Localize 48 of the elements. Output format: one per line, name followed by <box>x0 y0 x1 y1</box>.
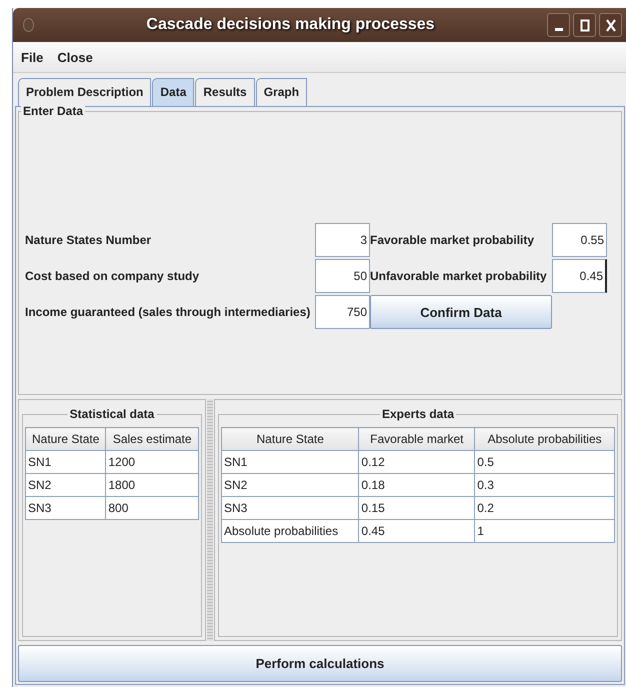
table-cell: SN3 <box>222 496 359 520</box>
input-field[interactable]: 0.45 <box>552 259 607 293</box>
table-cell: SN2 <box>222 474 359 496</box>
field-label: Cost based on company study <box>25 269 200 283</box>
close-icon[interactable] <box>599 13 622 37</box>
table-cell: 800 <box>106 496 198 520</box>
tab[interactable]: Graph <box>256 78 308 106</box>
field-label: Unfavorable market probability <box>370 269 548 283</box>
input-field[interactable]: 750 <box>315 295 370 329</box>
column-header[interactable]: Nature State <box>26 428 106 450</box>
table-cell: SN1 <box>222 450 359 474</box>
table-cell: 0.18 <box>358 474 475 496</box>
menu-item[interactable]: Close <box>57 50 93 64</box>
maximize-icon[interactable] <box>573 13 596 37</box>
input-field[interactable]: 50 <box>315 259 370 293</box>
field-label: Nature States Number <box>25 233 152 247</box>
input-field[interactable]: 0.55 <box>552 223 607 257</box>
group-title: Enter Data <box>21 104 86 118</box>
table-cell: SN2 <box>26 474 106 496</box>
field-label: Favorable market probability <box>370 233 536 247</box>
table-cell: 0.2 <box>474 496 614 520</box>
group-title: Experts data <box>380 407 456 421</box>
table-cell: 0.12 <box>358 450 475 474</box>
tab[interactable]: Problem Description <box>18 78 152 106</box>
menu-item[interactable]: File <box>21 50 44 64</box>
column-header[interactable]: Favorable market <box>358 428 475 450</box>
table-cell: Absolute probabilities <box>222 520 359 542</box>
column-header[interactable]: Nature State <box>222 428 359 450</box>
input-field[interactable]: 3 <box>315 223 370 257</box>
table-cell: 0.45 <box>358 520 475 542</box>
table-cell: SN1 <box>26 450 106 474</box>
column-header[interactable]: Sales estimate <box>106 428 198 450</box>
field-label: Income guaranteed (sales through intermediaries) <box>25 305 312 319</box>
table-cell: 0.5 <box>474 450 614 474</box>
table-cell: SN3 <box>26 496 106 520</box>
table-cell: 0.15 <box>358 496 475 520</box>
window-title: Cascade decisions making processes <box>145 16 436 34</box>
confirm-data-button[interactable]: Confirm Data <box>370 295 552 329</box>
table-cell: 1 <box>474 520 614 542</box>
minimize-icon[interactable] <box>547 13 570 37</box>
table-cell: 0.3 <box>474 474 614 496</box>
column-header[interactable]: Absolute probabilities <box>474 428 614 450</box>
tab[interactable]: Data <box>152 78 194 106</box>
perform-calculations-button[interactable]: Perform calculations <box>18 645 622 682</box>
group-title: Statistical data <box>68 407 156 421</box>
table-cell: 1800 <box>106 474 198 496</box>
tab[interactable]: Results <box>195 78 255 106</box>
table-cell: 1200 <box>106 450 198 474</box>
